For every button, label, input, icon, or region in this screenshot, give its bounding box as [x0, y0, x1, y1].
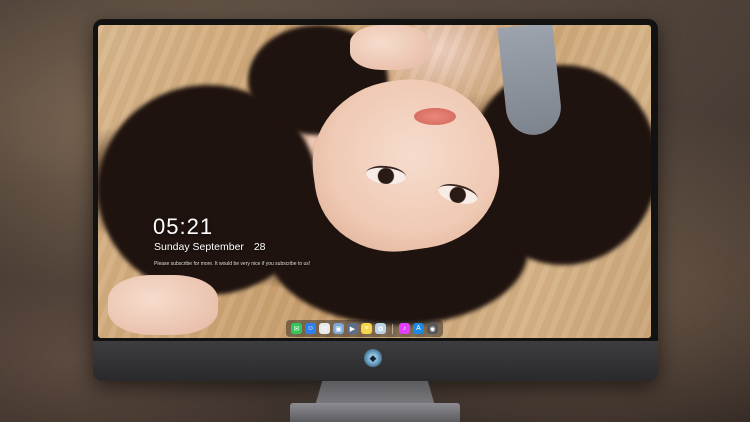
notes-icon[interactable]: ≡	[361, 323, 372, 334]
lock-screen[interactable]: 05:21 Sunday September 28 Please subscri…	[98, 25, 651, 338]
finder-icon[interactable]: ☺	[305, 323, 316, 334]
wallpaper-lips	[414, 108, 456, 125]
music-icon[interactable]: ♪	[399, 323, 410, 334]
monitor-chin: ◆	[93, 341, 658, 381]
monitor-stand-base	[290, 403, 460, 422]
camera-icon[interactable]: ◉	[427, 323, 438, 334]
lock-month: September	[192, 241, 244, 253]
appstore-icon[interactable]: A	[413, 323, 424, 334]
lock-date: Sunday September 28	[154, 241, 266, 253]
preview-icon[interactable]: ▣	[333, 323, 344, 334]
lock-weekday: Sunday	[154, 241, 190, 253]
dock-separator	[392, 323, 393, 334]
safari-icon[interactable]: ⊙	[319, 323, 330, 334]
wallpaper-hand	[108, 275, 218, 335]
wallpaper-hand	[350, 25, 430, 70]
messages-icon[interactable]: ✉	[291, 323, 302, 334]
dock: ✉ ☺ ⊙ ▣ ▶ ≡ ✿ ♪ A ◉	[286, 320, 443, 337]
lock-clock: 05:21	[153, 214, 214, 239]
monitor: 05:21 Sunday September 28 Please subscri…	[93, 19, 658, 381]
lock-caption: Please subscribe for more. It would be v…	[154, 261, 311, 267]
brand-logo-icon: ◆	[364, 349, 382, 367]
photos-icon[interactable]: ✿	[375, 323, 386, 334]
lock-day: 28	[253, 241, 266, 253]
movie-icon[interactable]: ▶	[347, 323, 358, 334]
